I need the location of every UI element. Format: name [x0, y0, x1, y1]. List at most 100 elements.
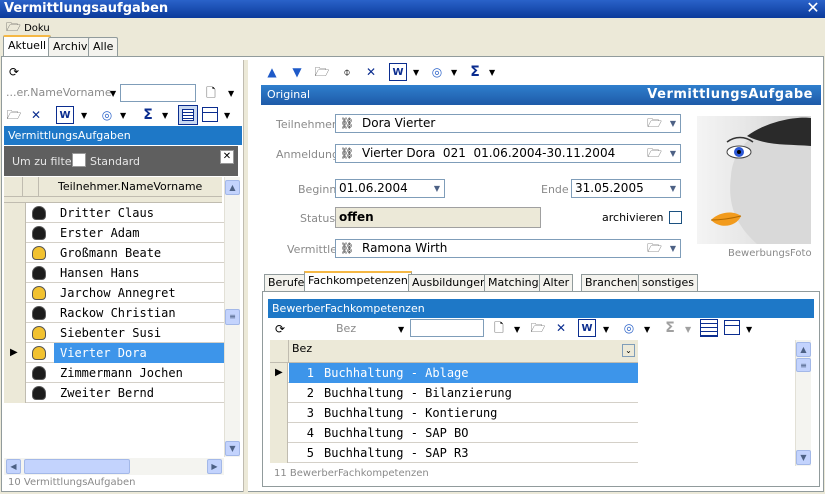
row-selector[interactable]: [270, 443, 288, 463]
tab-branchen[interactable]: Branchen: [581, 274, 642, 292]
new-document-dropdown-icon[interactable]: ▼: [514, 325, 520, 334]
row-selector[interactable]: ▶: [4, 343, 26, 363]
folder-open-icon[interactable]: 🗁: [647, 240, 662, 257]
table-row[interactable]: Erster Adam: [4, 223, 224, 243]
word-icon[interactable]: W: [389, 63, 407, 81]
row-selector[interactable]: [4, 223, 26, 243]
doku-label[interactable]: Doku: [24, 23, 50, 34]
form-view-icon[interactable]: [724, 320, 740, 335]
row-selector[interactable]: [4, 263, 26, 283]
word-dropdown-icon[interactable]: ▼: [603, 325, 609, 334]
archivieren-checkbox[interactable]: [669, 211, 682, 224]
teilnehmer-dropdown-icon[interactable]: ▼: [666, 115, 680, 132]
scroll-thumb[interactable]: ≡: [796, 358, 811, 372]
scroll-up-icon[interactable]: ▲: [225, 180, 240, 195]
anmeldung-dropdown-icon[interactable]: ▼: [666, 145, 680, 162]
column-dropdown-icon[interactable]: ⌄: [622, 344, 635, 357]
row-selector[interactable]: [270, 423, 288, 443]
ende-field[interactable]: 31.05.2005 ▼: [571, 179, 681, 198]
filter-standard[interactable]: Standard: [90, 155, 140, 168]
folder-open-icon[interactable]: 🗁: [314, 63, 330, 81]
tab-sonstiges[interactable]: sonstiges: [638, 274, 699, 292]
table-row[interactable]: Dritter Claus: [4, 203, 224, 223]
word-icon[interactable]: W: [56, 106, 74, 124]
row-selector[interactable]: [4, 303, 26, 323]
beginn-field[interactable]: 01.06.2004 ▼: [335, 179, 445, 198]
anmeldung-field[interactable]: ⛓ Vierter Dora 021 01.06.2004-30.11.2004…: [335, 144, 681, 163]
tab-archiv[interactable]: Archiv: [48, 37, 93, 57]
column-header-bez[interactable]: Bez: [292, 342, 312, 355]
web-icon[interactable]: ◎: [98, 106, 116, 124]
column-header-name[interactable]: Teilnehmer.NameVorname: [58, 180, 202, 193]
tab-berufe[interactable]: Berufe: [264, 274, 309, 292]
new-document-icon[interactable]: 🗋: [492, 319, 506, 337]
form-view-icon[interactable]: [202, 107, 218, 122]
folder-open-icon[interactable]: 🗁: [6, 106, 22, 124]
web-dropdown-icon[interactable]: ▼: [644, 325, 650, 334]
tab-alter[interactable]: Alter: [539, 274, 574, 292]
new-document-icon[interactable]: 🗋: [204, 84, 218, 102]
table-row[interactable]: 2 Buchhaltung - Bilanzierung: [270, 383, 638, 403]
table-row[interactable]: ▶ 1 Buchhaltung - Ablage: [270, 363, 638, 383]
tab-alle[interactable]: Alle: [88, 37, 119, 57]
row-selector[interactable]: [270, 403, 288, 423]
refresh-icon[interactable]: ⟳: [6, 63, 22, 81]
applicant-photo[interactable]: [697, 116, 811, 244]
tab-matching[interactable]: Matching: [484, 274, 543, 292]
vermittler-field[interactable]: ⛓ Ramona Wirth 🗁 ▼: [335, 239, 681, 258]
scroll-up-icon[interactable]: ▲: [796, 342, 811, 357]
view-dropdown-icon[interactable]: ▼: [224, 111, 230, 120]
table-row[interactable]: Siebenter Susi: [4, 323, 224, 343]
scroll-thumb[interactable]: ≡: [225, 309, 240, 325]
word-dropdown-icon[interactable]: ▼: [413, 68, 419, 77]
vermittler-dropdown-icon[interactable]: ▼: [666, 240, 680, 257]
folder-open-icon[interactable]: 🗁: [647, 145, 662, 162]
table-row[interactable]: 5 Buchhaltung - SAP R3: [270, 443, 638, 463]
sum-dropdown-icon[interactable]: ▼: [489, 68, 495, 77]
refresh-icon[interactable]: ⟳: [272, 320, 288, 338]
table-row[interactable]: Großmann Beate: [4, 243, 224, 263]
web-dropdown-icon[interactable]: ▼: [451, 68, 457, 77]
grid-view-icon[interactable]: [178, 105, 198, 125]
folder-open-icon[interactable]: 🗁: [647, 115, 662, 132]
table-row[interactable]: 3 Buchhaltung - Kontierung: [270, 403, 638, 423]
web-dropdown-icon[interactable]: ▼: [120, 111, 126, 120]
tab-ausbildungen[interactable]: Ausbildungen: [408, 274, 491, 292]
close-icon[interactable]: ✕: [805, 0, 821, 17]
beginn-dropdown-icon[interactable]: ▼: [430, 180, 444, 197]
web-icon[interactable]: ◎: [428, 63, 446, 81]
kompetenzen-vertical-scrollbar[interactable]: ▲ ≡ ▼: [795, 340, 811, 466]
delete-icon[interactable]: ✕: [28, 106, 44, 124]
kompetenzen-search-input[interactable]: [410, 319, 484, 337]
folder-open-icon[interactable]: 🗁: [530, 319, 546, 337]
view-dropdown-icon[interactable]: ▼: [746, 325, 752, 334]
row-selector[interactable]: [4, 243, 26, 263]
web-icon[interactable]: ◎: [620, 319, 638, 337]
sum-icon[interactable]: Σ: [140, 106, 156, 124]
sum-icon[interactable]: Σ: [467, 63, 483, 81]
row-selector[interactable]: [270, 383, 288, 403]
table-row[interactable]: Hansen Hans: [4, 263, 224, 283]
tab-aktuell[interactable]: Aktuell: [3, 35, 52, 57]
filter-icon[interactable]: [72, 153, 86, 167]
kompetenzen-search-dropdown-icon[interactable]: ▼: [398, 325, 404, 334]
table-row[interactable]: Jarchow Annegret: [4, 283, 224, 303]
arrow-up-icon[interactable]: ▲: [265, 63, 279, 81]
arrow-down-icon[interactable]: ▼: [290, 63, 304, 81]
filter-close-icon[interactable]: ✕: [220, 150, 234, 164]
word-dropdown-icon[interactable]: ▼: [81, 111, 87, 120]
search-input[interactable]: [120, 84, 196, 102]
search-field-dropdown-icon[interactable]: ▼: [110, 89, 116, 98]
scroll-down-icon[interactable]: ▼: [796, 450, 811, 465]
grid-view-icon[interactable]: [700, 319, 718, 337]
delete-icon[interactable]: ✕: [364, 63, 378, 81]
ende-dropdown-icon[interactable]: ▼: [666, 180, 680, 197]
row-selector[interactable]: [4, 323, 26, 343]
new-document-dropdown-icon[interactable]: ▼: [228, 89, 234, 98]
row-selector[interactable]: [4, 203, 26, 223]
folder-open-icon[interactable]: 🗁: [6, 20, 21, 34]
delete-icon[interactable]: ✕: [554, 319, 568, 337]
sum-dropdown-icon[interactable]: ▼: [162, 111, 168, 120]
row-selector[interactable]: [4, 283, 26, 303]
row-selector[interactable]: ▶: [270, 363, 288, 383]
